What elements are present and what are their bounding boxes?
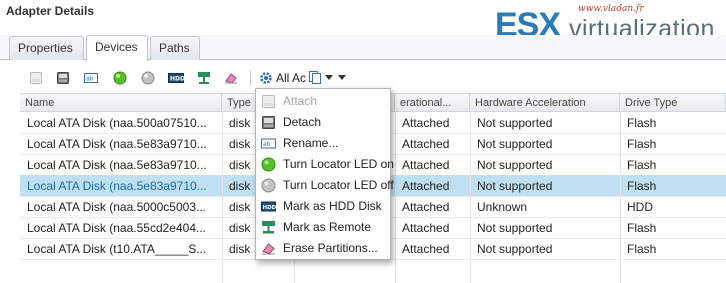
menu-item-label: Mark as Remote <box>283 220 372 234</box>
hdd-icon: HDD <box>261 201 277 212</box>
menu-item-label: Detach <box>283 115 322 129</box>
column-divider <box>620 112 621 283</box>
menu-item-label: Erase Partitions... <box>283 241 378 255</box>
cell-drive-type: Flash <box>627 242 657 256</box>
cell-hardware-acceleration: Not supported <box>477 179 553 193</box>
tab-devices[interactable]: Devices <box>86 35 148 61</box>
menu-item-rename[interactable]: ab Rename... <box>256 133 390 154</box>
gear-icon <box>260 72 272 84</box>
menu-item-turn-locator-led-on[interactable]: Turn Locator LED on <box>256 154 394 175</box>
cell-operational-state: Attached <box>402 137 450 151</box>
menu-item-label: Turn Locator LED on <box>283 157 394 171</box>
remote-icon[interactable] <box>197 71 211 85</box>
attach-icon[interactable] <box>29 71 43 85</box>
column-divider <box>470 112 471 283</box>
menu-item-label: Attach <box>283 94 318 108</box>
cell-operational-state: Attached <box>402 200 450 214</box>
detach-icon[interactable] <box>56 71 70 85</box>
chevron-down-icon <box>325 75 333 80</box>
svg-text:ab: ab <box>263 141 271 148</box>
logo-url: www.vladan.fr <box>578 4 644 14</box>
cell-drive-type: Flash <box>627 221 657 235</box>
documents-icon <box>309 71 321 84</box>
menu-item-mark-as-remote[interactable]: Mark as Remote <box>256 217 390 238</box>
cell-hardware-acceleration: Not supported <box>477 158 553 172</box>
cell-hardware-acceleration: Unknown <box>477 200 528 214</box>
svg-text:HDD: HDD <box>263 205 277 211</box>
erase-icon[interactable] <box>224 71 238 85</box>
menu-item-erase-partitions[interactable]: Erase Partitions... <box>256 238 390 259</box>
cell-name: Local ATA Disk (naa.500a07510... <box>27 116 207 130</box>
menu-item-attach[interactable]: Attach <box>256 91 390 112</box>
cell-hardware-acceleration: Not supported <box>477 242 553 256</box>
locator-led-on-icon <box>261 157 276 172</box>
erase-icon <box>262 243 275 255</box>
menu-item-label: Rename... <box>283 136 339 150</box>
cell-drive-type: Flash <box>627 137 657 151</box>
cell-drive-type: HDD <box>627 200 653 214</box>
cell-hardware-acceleration: Not supported <box>477 137 553 151</box>
rename-icon[interactable]: ab <box>84 71 98 85</box>
hdd-icon[interactable]: HDD <box>168 71 184 85</box>
locator-led-on-icon[interactable] <box>113 71 127 85</box>
locator-led-off-icon[interactable] <box>141 71 155 85</box>
menu-item-detach[interactable]: Detach <box>256 112 390 133</box>
column-divider <box>395 112 396 283</box>
actions-dropdown-menu: Attach Detach ab Rename... Turn Locator … <box>255 88 394 260</box>
rename-icon: ab <box>261 138 276 149</box>
toolbar-separator <box>250 70 251 86</box>
menu-item-turn-locator-led-off[interactable]: Turn Locator LED off <box>256 175 394 196</box>
menu-item-label: Mark as HDD Disk <box>283 199 382 213</box>
cell-drive-type: Flash <box>627 116 657 130</box>
cell-drive-type: Flash <box>627 179 657 193</box>
menu-item-mark-as-hdd-disk[interactable]: HDD Mark as HDD Disk <box>256 196 390 217</box>
locator-led-off-icon <box>261 178 276 193</box>
cell-name: Local ATA Disk (naa.55cd2e404... <box>27 221 206 235</box>
panel-title: Adapter Details <box>6 4 95 18</box>
cell-hardware-acceleration: Not supported <box>477 116 553 130</box>
menu-item-label: Turn Locator LED off <box>283 178 394 192</box>
cell-name: Local ATA Disk (naa.5e83a9710... <box>27 158 207 172</box>
cell-operational-state: Attached <box>402 179 450 193</box>
tab-properties[interactable]: Properties <box>9 36 84 60</box>
column-header-hardware-acceleration[interactable]: Hardware Acceleration <box>470 94 620 112</box>
cell-drive-type: Flash <box>627 158 657 172</box>
cell-name: Local ATA Disk (naa.5e83a9710... <box>27 179 207 193</box>
attach-icon <box>262 95 275 108</box>
column-header-drive-type[interactable]: Drive Type <box>620 94 726 112</box>
cell-operational-state: Attached <box>402 116 450 130</box>
tab-paths[interactable]: Paths <box>150 36 200 60</box>
cell-hardware-acceleration: Not supported <box>477 221 553 235</box>
cell-operational-state: Attached <box>402 221 450 235</box>
all-actions-label: All Ac <box>276 71 307 85</box>
cell-operational-state: Attached <box>402 158 450 172</box>
svg-text:ab: ab <box>86 76 94 83</box>
cell-name: Local ATA Disk (t10.ATA_____S... <box>27 242 207 256</box>
column-divider <box>222 112 223 283</box>
column-header-operational-state[interactable]: erational... <box>395 94 470 112</box>
cell-name: Local ATA Disk (naa.5e83a9710... <box>27 137 207 151</box>
tab-bar: Properties Devices Paths <box>0 35 726 61</box>
remote-icon <box>262 221 275 234</box>
svg-text:HDD: HDD <box>170 76 184 83</box>
cell-name: Local ATA Disk (naa.5000c5003... <box>27 200 206 214</box>
chevron-down-icon <box>338 75 346 80</box>
detach-icon <box>262 116 275 129</box>
column-header-name[interactable]: Name <box>20 94 222 112</box>
cell-operational-state: Attached <box>402 242 450 256</box>
